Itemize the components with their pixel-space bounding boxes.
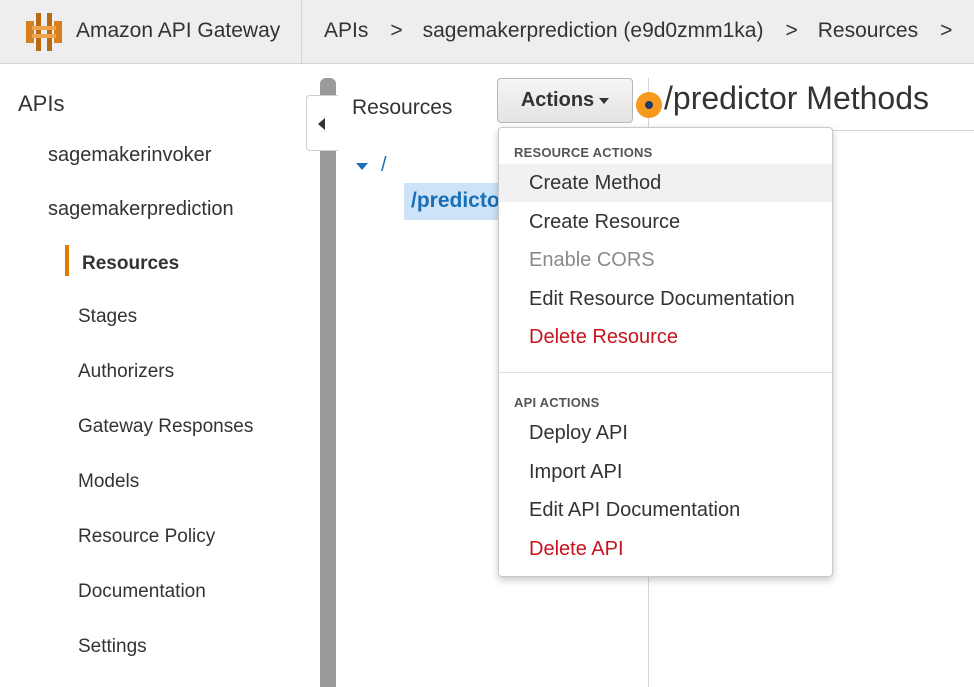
- brand-name: Amazon API Gateway: [76, 19, 281, 42]
- breadcrumb: APIs > sagemakerprediction (e9d0zmm1ka) > Re…: [324, 19, 972, 43]
- tree-expand-icon[interactable]: [356, 163, 368, 170]
- menu-item-deploy-api[interactable]: Deploy API: [499, 414, 832, 452]
- tree-root[interactable]: /: [381, 154, 387, 177]
- chevron-left-icon: [318, 118, 325, 130]
- api-gateway-logo-icon: [26, 13, 62, 51]
- menu-item-edit-resource-documentation[interactable]: Edit Resource Documentation: [499, 280, 832, 318]
- sidebar-api-sagemakerprediction[interactable]: sagemakerprediction: [48, 198, 234, 221]
- active-indicator: [65, 245, 69, 276]
- sidebar-item-authorizers[interactable]: Authorizers: [78, 361, 174, 383]
- actions-dropdown-menu: RESOURCE ACTIONS Create Method Create Re…: [498, 127, 833, 577]
- tree-node-label: /predictor: [411, 189, 500, 212]
- sidebar: APIs sagemakerinvoker sagemakerpredictio…: [0, 64, 308, 687]
- menu-item-edit-api-documentation[interactable]: Edit API Documentation: [499, 491, 832, 529]
- menu-item-create-method[interactable]: Create Method: [499, 164, 832, 202]
- menu-item-create-resource[interactable]: Create Resource: [499, 203, 832, 241]
- breadcrumb-separator: >: [785, 19, 798, 42]
- sidebar-item-resources[interactable]: Resources: [82, 253, 179, 275]
- brand[interactable]: Amazon API Gateway: [0, 0, 302, 64]
- sidebar-title[interactable]: APIs: [18, 91, 64, 117]
- sidebar-item-settings[interactable]: Settings: [78, 636, 147, 658]
- sidebar-item-gateway-responses[interactable]: Gateway Responses: [78, 416, 253, 438]
- breadcrumb-api[interactable]: sagemakerprediction (e9d0zmm1ka): [423, 19, 764, 43]
- breadcrumb-separator: >: [390, 19, 403, 42]
- sidebar-api-sagemakerinvoker[interactable]: sagemakerinvoker: [48, 144, 211, 167]
- caret-down-icon: [599, 97, 610, 104]
- resource-actions-header: RESOURCE ACTIONS: [514, 145, 653, 160]
- resources-title: Resources: [352, 96, 453, 119]
- menu-item-import-api[interactable]: Import API: [499, 453, 832, 491]
- menu-item-enable-cors[interactable]: Enable CORS: [499, 241, 832, 279]
- actions-button[interactable]: Actions: [497, 78, 633, 123]
- breadcrumb-separator: >: [940, 19, 953, 42]
- collapse-sidebar-button[interactable]: [306, 95, 338, 151]
- methods-title: /predictor Methods: [664, 80, 930, 116]
- sidebar-item-stages[interactable]: Stages: [78, 306, 137, 328]
- sidebar-item-documentation[interactable]: Documentation: [78, 581, 206, 603]
- api-actions-header: API ACTIONS: [514, 395, 600, 410]
- actions-label: Actions: [520, 89, 595, 111]
- menu-item-delete-resource[interactable]: Delete Resource: [499, 318, 832, 356]
- tree-node-predictor[interactable]: /predictor: [404, 183, 500, 220]
- menu-item-delete-api[interactable]: Delete API: [499, 530, 832, 568]
- sidebar-item-models[interactable]: Models: [78, 471, 139, 493]
- top-bar: Amazon API Gateway APIs > sagemakerpredict…: [0, 0, 974, 64]
- breadcrumb-resources[interactable]: Resources: [818, 19, 918, 43]
- menu-divider: [499, 372, 832, 373]
- hotspot-indicator-icon: [636, 92, 662, 118]
- breadcrumb-apis[interactable]: APIs: [324, 19, 368, 43]
- sidebar-scrollbar[interactable]: [320, 78, 336, 687]
- sidebar-item-resource-policy[interactable]: Resource Policy: [78, 526, 215, 548]
